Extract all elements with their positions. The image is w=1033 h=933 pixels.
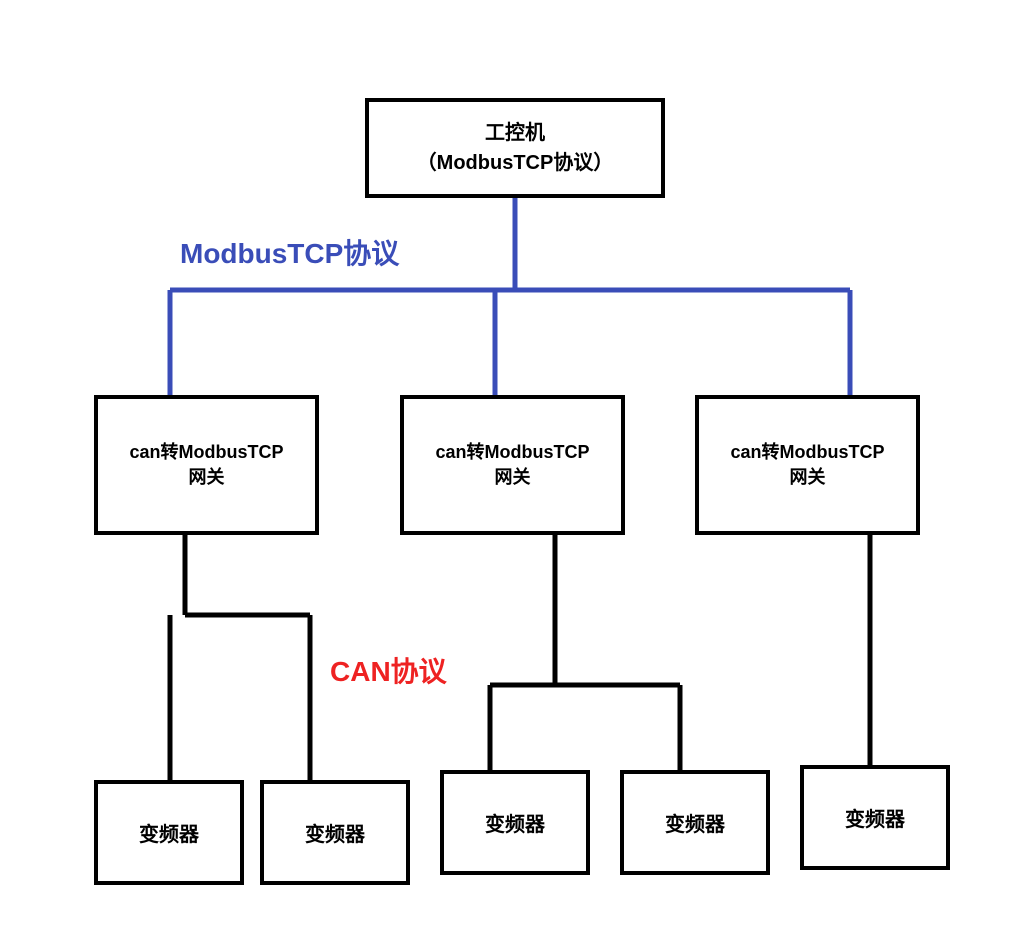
gateway3-line1: can转ModbusTCP [730,440,884,465]
vfd-box-2: 变频器 [260,780,410,885]
modbus-tcp-label: ModbusTCP协议 [180,232,399,272]
gateway-box-1: can转ModbusTCP 网关 [94,395,319,535]
gateway2-line2: 网关 [495,465,531,490]
vfd1-label: 变频器 [139,818,199,847]
vfd3-label: 变频器 [485,808,545,837]
gateway-box-3: can转ModbusTCP 网关 [695,395,920,535]
vfd4-label: 变频器 [665,808,725,837]
gateway1-line1: can转ModbusTCP [129,440,283,465]
controller-title: 工控机 [485,118,545,148]
gateway2-line1: can转ModbusTCP [435,440,589,465]
vfd-box-5: 变频器 [800,765,950,870]
vfd5-label: 变频器 [845,803,905,832]
vfd-box-3: 变频器 [440,770,590,875]
controller-protocol: （ModbusTCP协议） [417,148,614,178]
controller-box: 工控机 （ModbusTCP协议） [365,98,665,198]
vfd2-label: 变频器 [305,818,365,847]
vfd-box-4: 变频器 [620,770,770,875]
gateway1-line2: 网关 [189,465,225,490]
gateway-box-2: can转ModbusTCP 网关 [400,395,625,535]
can-protocol-label: CAN协议 [330,650,447,690]
vfd-box-1: 变频器 [94,780,244,885]
gateway3-line2: 网关 [790,465,826,490]
